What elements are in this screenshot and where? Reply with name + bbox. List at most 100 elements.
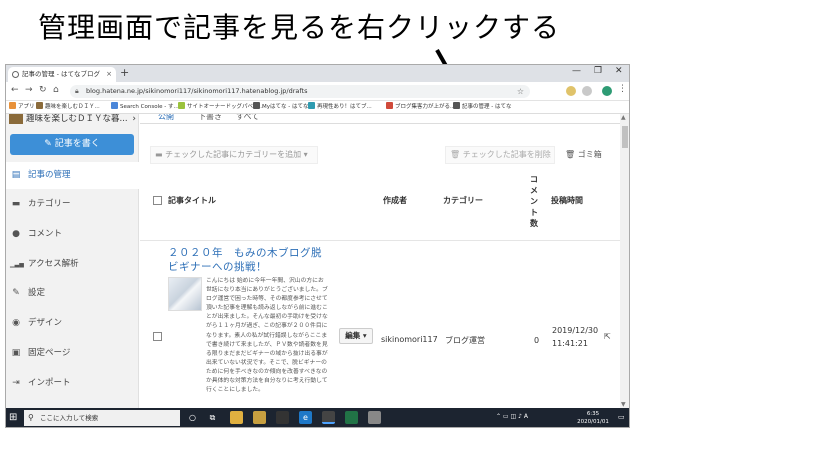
post-comment-count: 0 — [534, 336, 540, 345]
bar-chart-icon: ▁▃▅ — [10, 261, 24, 268]
post-time: 11:41:21 — [552, 339, 588, 348]
bookmark-item[interactable]: Myはてな - はてな — [253, 101, 308, 113]
edge-icon[interactable]: e — [299, 411, 312, 424]
forward-icon[interactable]: → — [25, 85, 33, 95]
sidebar-item-analytics[interactable]: ▁▃▅ アクセス解析 — [6, 251, 139, 278]
sidebar-item-articles[interactable]: ▤ 記事の管理 — [6, 162, 139, 189]
sidebar-item-comments[interactable]: ● コメント — [6, 221, 139, 248]
bookmark-icon — [386, 102, 393, 109]
sidebar-item-design[interactable]: ◉ デザイン — [6, 310, 139, 337]
bookmark-icon — [253, 102, 260, 109]
comment-icon: ● — [12, 229, 20, 239]
header-divider — [140, 240, 620, 241]
bookmark-item[interactable]: 記事の管理 - はてな — [453, 101, 511, 113]
delete-checked-button[interactable]: 🗑︎ チェックした記事を削除 — [445, 146, 555, 164]
main-panel: 公開 下書き すべて ▬ チェックした記事にカテゴリーを追加 ▾ 🗑︎ チェック… — [140, 114, 620, 408]
media-icon[interactable] — [253, 411, 266, 424]
menu-icon[interactable]: ⋮ — [618, 84, 627, 94]
explorer-icon[interactable] — [230, 411, 243, 424]
scroll-down-icon[interactable]: ▼ — [621, 401, 626, 408]
bookmark-item[interactable]: 趣味を楽しむＤＩＹ... — [36, 101, 100, 113]
tab-divider — [140, 123, 620, 124]
tab-title: 記事の管理 - はてなブログ — [22, 70, 100, 78]
column-title: 記事タイトル — [168, 196, 216, 205]
column-category: カテゴリー — [443, 196, 483, 205]
extension-icon[interactable] — [582, 86, 592, 96]
palette-icon: ◉ — [12, 318, 20, 328]
notification-icon[interactable]: ▭ — [618, 413, 625, 421]
bookmark-apps[interactable]: アプリ — [9, 101, 35, 113]
bookmark-item[interactable]: ブログ集客力が上がる... — [386, 101, 455, 113]
home-icon[interactable]: ⌂ — [53, 85, 59, 95]
trash-icon: 🗑︎ — [450, 150, 461, 159]
page-scrollbar[interactable]: ▲ ▼ — [620, 114, 629, 408]
view-article-icon[interactable]: ⇱ — [604, 332, 611, 341]
bookmark-icon — [36, 102, 43, 109]
sidebar-item-pages[interactable]: ▣ 固定ページ — [6, 340, 139, 367]
word-icon[interactable] — [276, 411, 289, 424]
chrome-icon[interactable] — [322, 411, 335, 424]
reload-icon[interactable]: ↻ — [39, 85, 47, 95]
favicon-icon — [12, 71, 19, 78]
bookmark-icon — [308, 102, 315, 109]
profile-avatar[interactable] — [602, 86, 612, 96]
windows-start-icon[interactable]: ⊞ — [9, 412, 17, 423]
chevron-right-icon: › — [132, 114, 136, 124]
window-close-icon[interactable]: ✕ — [615, 66, 623, 76]
cortana-icon[interactable]: ○ — [186, 411, 199, 424]
close-tab-icon[interactable]: × — [106, 67, 112, 82]
taskbar-search-input[interactable]: ⚲ ここに入力して検索 — [24, 410, 180, 426]
extension-icon[interactable] — [566, 86, 576, 96]
sidebar-item-settings[interactable]: ✎ 設定 — [6, 280, 139, 307]
column-comments: コ メ ン ト 数 — [530, 175, 538, 228]
bookmark-item[interactable]: 再現性あり！はてブ... — [308, 101, 372, 113]
tab-all[interactable]: すべて — [236, 114, 259, 122]
column-posted: 投稿時間 — [551, 196, 583, 205]
sidebar: 趣味を楽しむＤＩＹな暮... › ✎ 記事を書く ▤ 記事の管理 ▬ カテゴリー… — [6, 114, 139, 408]
minimize-icon[interactable]: — — [572, 66, 581, 76]
post-title-link[interactable]: ２０２０年 もみの木ブログ脱ビギナーへの挑戦！ — [168, 246, 328, 274]
browser-window: 記事の管理 - はてなブログ × + — ❐ ✕ ← → ↻ ⌂ 🔒︎ blog… — [5, 64, 630, 428]
app-icon[interactable] — [368, 411, 381, 424]
pencil-icon: ✎ — [44, 139, 55, 149]
back-icon[interactable]: ← — [11, 85, 19, 95]
sidebar-item-import[interactable]: ⇥ インポート — [6, 370, 139, 397]
trash-icon: 🗑︎ — [565, 150, 576, 159]
add-category-button[interactable]: ▬ チェックした記事にカテゴリーを追加 ▾ — [150, 146, 318, 164]
row-checkbox[interactable] — [153, 332, 162, 341]
lock-icon: 🔒︎ — [75, 87, 79, 95]
bookmarks-bar: アプリ 趣味を楽しむＤＩＹ... Search Console - す... サ… — [6, 101, 629, 114]
new-tab-button[interactable]: + — [120, 66, 129, 79]
tab-drafts[interactable]: 下書き — [198, 114, 222, 122]
bookmark-icon — [111, 102, 118, 109]
sidebar-item-categories[interactable]: ▬ カテゴリー — [6, 191, 139, 218]
trash-link[interactable]: 🗑︎ ゴミ箱 — [565, 146, 602, 164]
task-view-icon[interactable]: ⧉ — [206, 411, 219, 424]
scrollbar-thumb[interactable] — [622, 126, 628, 148]
maximize-icon[interactable]: ❐ — [594, 66, 602, 76]
apps-icon — [9, 102, 16, 109]
edit-dropdown-button[interactable]: 編集 ▾ — [339, 328, 373, 344]
system-tray[interactable]: ⌃ ▭ ◫ ♪ A — [496, 413, 528, 420]
bookmark-item[interactable]: サイトオーナードッグパベー... — [178, 101, 264, 113]
bookmark-item[interactable]: Search Console - す... — [111, 101, 179, 113]
blog-switcher[interactable]: 趣味を楽しむＤＩＹな暮... › — [6, 114, 139, 126]
caret-down-icon: ▾ — [303, 150, 308, 159]
browser-tab[interactable]: 記事の管理 - はてなブログ × — [8, 67, 116, 82]
url-input[interactable]: 🔒︎ blog.hatena.ne.jp/sikinomori117/sikin… — [70, 85, 530, 98]
post-excerpt: こんにちは 始めに今年一年間、沢山の方にお世話になり本当にありがとうございました… — [206, 278, 328, 394]
excel-icon[interactable] — [345, 411, 358, 424]
taskbar-clock[interactable]: 6:35 2020/01/01 — [572, 410, 614, 426]
write-article-button[interactable]: ✎ 記事を書く — [10, 134, 134, 155]
tab-published[interactable]: 公開 — [158, 114, 174, 122]
bookmark-star-icon[interactable]: ☆ — [517, 85, 524, 98]
select-all-checkbox[interactable] — [153, 196, 162, 205]
blog-thumbnail — [9, 114, 23, 124]
post-category: ブログ運営 — [445, 336, 485, 345]
taskbar: ⊞ ⚲ ここに入力して検索 ○ ⧉ e ⌃ ▭ ◫ ♪ A 6:35 2020/… — [6, 408, 629, 427]
scroll-up-icon[interactable]: ▲ — [621, 114, 626, 121]
import-icon: ⇥ — [12, 378, 20, 388]
column-author: 作成者 — [383, 196, 407, 205]
address-bar: ← → ↻ ⌂ 🔒︎ blog.hatena.ne.jp/sikinomori1… — [6, 82, 629, 101]
post-thumbnail — [168, 277, 202, 311]
